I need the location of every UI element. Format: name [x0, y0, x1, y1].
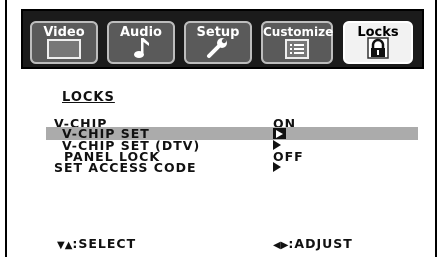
footer-select-label: :SELECT [72, 236, 137, 251]
footer-adjust-label: :ADJUST [288, 236, 353, 251]
footer-adjust-hint: ◀▶:ADJUST [273, 236, 353, 251]
music-note-icon [132, 37, 150, 59]
tab-customize-label: Customize [263, 25, 334, 39]
padlock-icon [367, 37, 389, 59]
tab-video[interactable]: Video [30, 21, 98, 64]
list-icon [285, 39, 309, 59]
tab-audio[interactable]: Audio [107, 21, 175, 64]
menu-tab-bar: Video Audio Setup Customize Locks [21, 9, 424, 69]
page-title: LOCKS [62, 90, 115, 105]
tab-setup[interactable]: Setup [184, 21, 252, 64]
left-right-arrows-icon: ◀▶ [273, 240, 289, 251]
tab-customize[interactable]: Customize [261, 21, 333, 64]
wrench-icon [206, 37, 230, 59]
footer-select-hint: ▼▲:SELECT [57, 236, 136, 251]
menu-item-set-access-code[interactable]: SET ACCESS CODE [46, 161, 418, 174]
up-down-arrows-icon: ▼▲ [57, 240, 73, 251]
video-screen-icon [47, 39, 81, 59]
tab-video-label: Video [43, 25, 85, 40]
menu-item-label: SET ACCESS CODE [54, 160, 197, 175]
arrow-right-icon [273, 161, 281, 174]
tab-locks[interactable]: Locks [343, 21, 413, 64]
